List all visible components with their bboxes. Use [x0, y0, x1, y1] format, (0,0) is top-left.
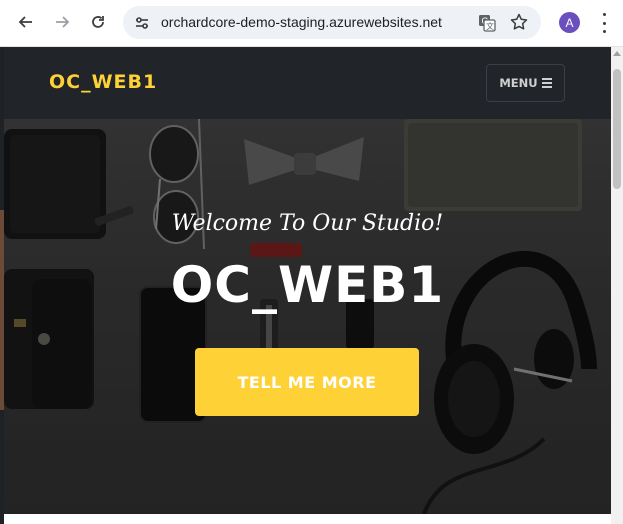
- hero-heading: OC_WEB1: [170, 256, 445, 314]
- site-brand-link[interactable]: OC_WEB1: [49, 71, 157, 93]
- tell-me-more-button[interactable]: TELL ME MORE: [195, 348, 419, 416]
- reload-button[interactable]: [84, 8, 112, 36]
- back-button[interactable]: [12, 8, 40, 36]
- hero-background-image: [4, 119, 611, 514]
- menu-button[interactable]: MENU: [486, 64, 565, 102]
- more-menu-icon[interactable]: [596, 12, 612, 34]
- browser-toolbar: orchardcore-demo-staging.azurewebsites.n…: [0, 0, 623, 47]
- url-text[interactable]: orchardcore-demo-staging.azurewebsites.n…: [161, 14, 442, 30]
- hero-subheading: Welcome To Our Studio!: [171, 211, 444, 236]
- translate-icon[interactable]: G 文: [477, 13, 497, 33]
- forward-button[interactable]: [48, 8, 76, 36]
- site-navbar: OC_WEB1 MENU: [4, 47, 611, 119]
- scroll-up-icon[interactable]: [613, 51, 621, 56]
- next-section: [4, 514, 611, 524]
- hero-section: Welcome To Our Studio! OC_WEB1 TELL ME M…: [4, 119, 611, 514]
- forward-icon: [56, 16, 70, 28]
- star-icon[interactable]: [509, 12, 529, 32]
- site-settings-icon[interactable]: [133, 14, 151, 32]
- address-bar[interactable]: orchardcore-demo-staging.azurewebsites.n…: [123, 6, 541, 39]
- hamburger-icon: [541, 78, 552, 88]
- back-icon: [18, 16, 32, 28]
- reload-icon: [92, 16, 104, 28]
- scrollbar-thumb[interactable]: [613, 69, 621, 189]
- page-scrollbar[interactable]: [611, 47, 623, 524]
- profile-avatar[interactable]: A: [559, 12, 580, 33]
- menu-button-label: MENU: [499, 76, 538, 90]
- svg-text:文: 文: [486, 21, 494, 31]
